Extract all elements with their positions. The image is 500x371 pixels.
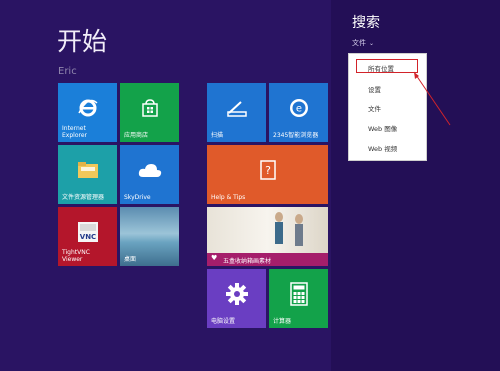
annotation-arrow — [413, 71, 451, 126]
